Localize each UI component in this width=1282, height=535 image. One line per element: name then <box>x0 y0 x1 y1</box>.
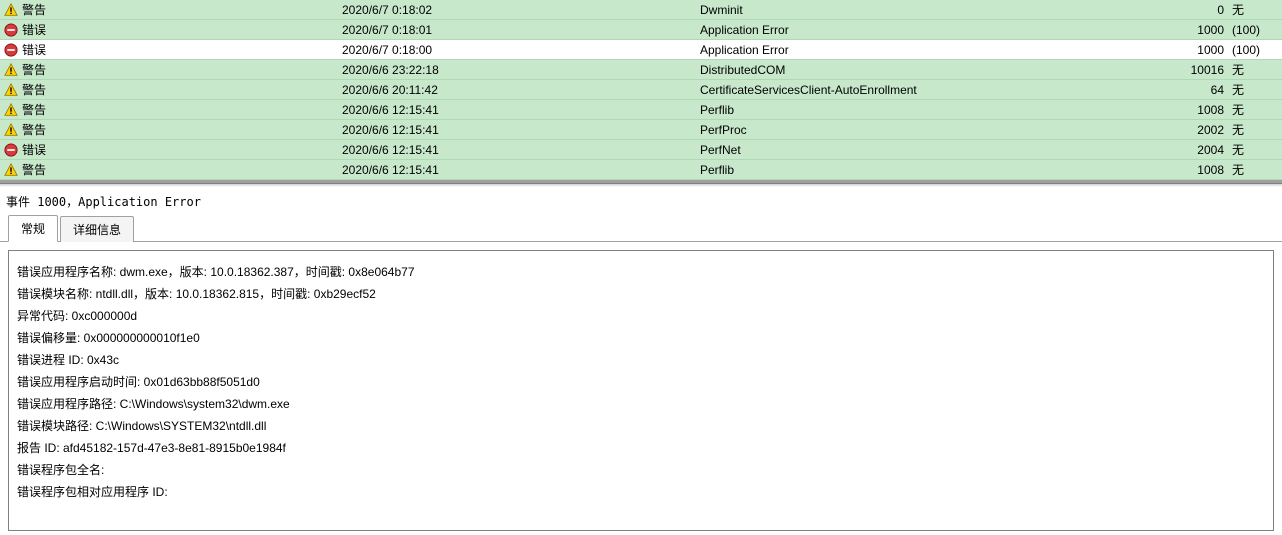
event-source: PerfProc <box>700 120 1186 140</box>
event-source: PerfNet <box>700 140 1186 160</box>
error-icon <box>0 143 20 157</box>
error-icon <box>0 23 20 37</box>
event-datetime: 2020/6/6 12:15:41 <box>342 100 700 120</box>
event-row[interactable]: 错误2020/6/6 12:15:41PerfNet2004无 <box>0 140 1282 160</box>
event-id: 2004 <box>1186 140 1228 160</box>
event-level: 警告 <box>20 60 342 80</box>
event-source: Application Error <box>700 20 1186 40</box>
detail-line: 错误偏移量: 0x000000000010f1e0 <box>17 327 1265 349</box>
event-id: 10016 <box>1186 60 1228 80</box>
event-task: 无 <box>1228 140 1278 160</box>
event-datetime: 2020/6/6 12:15:41 <box>342 140 700 160</box>
detail-line: 错误应用程序名称: dwm.exe，版本: 10.0.18362.387，时间戳… <box>17 261 1265 283</box>
event-datetime: 2020/6/6 12:15:41 <box>342 120 700 140</box>
event-row[interactable]: 警告2020/6/6 12:15:41PerfProc2002无 <box>0 120 1282 140</box>
event-source: Perflib <box>700 160 1186 180</box>
event-source: DistributedCOM <box>700 60 1186 80</box>
event-source: CertificateServicesClient-AutoEnrollment <box>700 80 1186 100</box>
event-id: 1008 <box>1186 160 1228 180</box>
event-row[interactable]: 警告2020/6/6 23:22:18DistributedCOM10016无 <box>0 60 1282 80</box>
event-datetime: 2020/6/6 12:15:41 <box>342 160 700 180</box>
detail-line: 错误应用程序路径: C:\Windows\system32\dwm.exe <box>17 393 1265 415</box>
event-id: 0 <box>1186 0 1228 20</box>
warning-icon <box>0 63 20 77</box>
detail-line: 错误进程 ID: 0x43c <box>17 349 1265 371</box>
detail-line: 报告 ID: afd45182-157d-47e3-8e81-8915b0e19… <box>17 437 1265 459</box>
event-id: 1000 <box>1186 20 1228 40</box>
detail-tabs: 常规 详细信息 <box>0 218 1282 242</box>
tab-details[interactable]: 详细信息 <box>60 216 134 242</box>
event-task: (100) <box>1228 40 1278 60</box>
event-level: 警告 <box>20 80 342 100</box>
event-task: (100) <box>1228 20 1278 40</box>
event-task: 无 <box>1228 120 1278 140</box>
event-datetime: 2020/6/6 20:11:42 <box>342 80 700 100</box>
event-level: 警告 <box>20 100 342 120</box>
event-level: 警告 <box>20 0 342 20</box>
detail-line: 错误模块名称: ntdll.dll，版本: 10.0.18362.815，时间戳… <box>17 283 1265 305</box>
event-task: 无 <box>1228 0 1278 20</box>
warning-icon <box>0 103 20 117</box>
event-id: 2002 <box>1186 120 1228 140</box>
warning-icon <box>0 3 20 17</box>
event-row[interactable]: 错误2020/6/7 0:18:00Application Error1000(… <box>0 40 1282 60</box>
event-source: Application Error <box>700 40 1186 60</box>
warning-icon <box>0 123 20 137</box>
event-row[interactable]: 警告2020/6/7 0:18:02Dwminit0无 <box>0 0 1282 20</box>
detail-line: 错误模块路径: C:\Windows\SYSTEM32\ntdll.dll <box>17 415 1265 437</box>
event-task: 无 <box>1228 160 1278 180</box>
event-row[interactable]: 错误2020/6/7 0:18:01Application Error1000(… <box>0 20 1282 40</box>
event-task: 无 <box>1228 80 1278 100</box>
warning-icon <box>0 163 20 177</box>
detail-line: 错误程序包全名: <box>17 459 1265 481</box>
warning-icon <box>0 83 20 97</box>
event-id: 1008 <box>1186 100 1228 120</box>
event-detail-title: 事件 1000，Application Error <box>0 187 1282 218</box>
detail-body-wrap: 错误应用程序名称: dwm.exe，版本: 10.0.18362.387，时间戳… <box>0 242 1282 535</box>
detail-line: 异常代码: 0xc000000d <box>17 305 1265 327</box>
event-level: 错误 <box>20 20 342 40</box>
event-datetime: 2020/6/7 0:18:00 <box>342 40 700 60</box>
event-task: 无 <box>1228 60 1278 80</box>
event-id: 64 <box>1186 80 1228 100</box>
event-task: 无 <box>1228 100 1278 120</box>
event-viewer: 警告2020/6/7 0:18:02Dwminit0无错误2020/6/7 0:… <box>0 0 1282 535</box>
event-level: 错误 <box>20 40 342 60</box>
event-list[interactable]: 警告2020/6/7 0:18:02Dwminit0无错误2020/6/7 0:… <box>0 0 1282 183</box>
detail-body[interactable]: 错误应用程序名称: dwm.exe，版本: 10.0.18362.387，时间戳… <box>8 250 1274 531</box>
event-datetime: 2020/6/6 23:22:18 <box>342 60 700 80</box>
event-datetime: 2020/6/7 0:18:01 <box>342 20 700 40</box>
event-datetime: 2020/6/7 0:18:02 <box>342 0 700 20</box>
event-row[interactable]: 警告2020/6/6 20:11:42CertificateServicesCl… <box>0 80 1282 100</box>
event-row[interactable]: 警告2020/6/6 12:15:41Perflib1008无 <box>0 100 1282 120</box>
event-source: Perflib <box>700 100 1186 120</box>
event-row[interactable]: 警告2020/6/6 12:15:41Perflib1008无 <box>0 160 1282 180</box>
event-level: 警告 <box>20 120 342 140</box>
event-level: 警告 <box>20 160 342 180</box>
tab-general[interactable]: 常规 <box>8 215 58 242</box>
detail-line: 错误程序包相对应用程序 ID: <box>17 481 1265 503</box>
event-level: 错误 <box>20 140 342 160</box>
event-id: 1000 <box>1186 40 1228 60</box>
error-icon <box>0 43 20 57</box>
event-source: Dwminit <box>700 0 1186 20</box>
detail-line: 错误应用程序启动时间: 0x01d63bb88f5051d0 <box>17 371 1265 393</box>
